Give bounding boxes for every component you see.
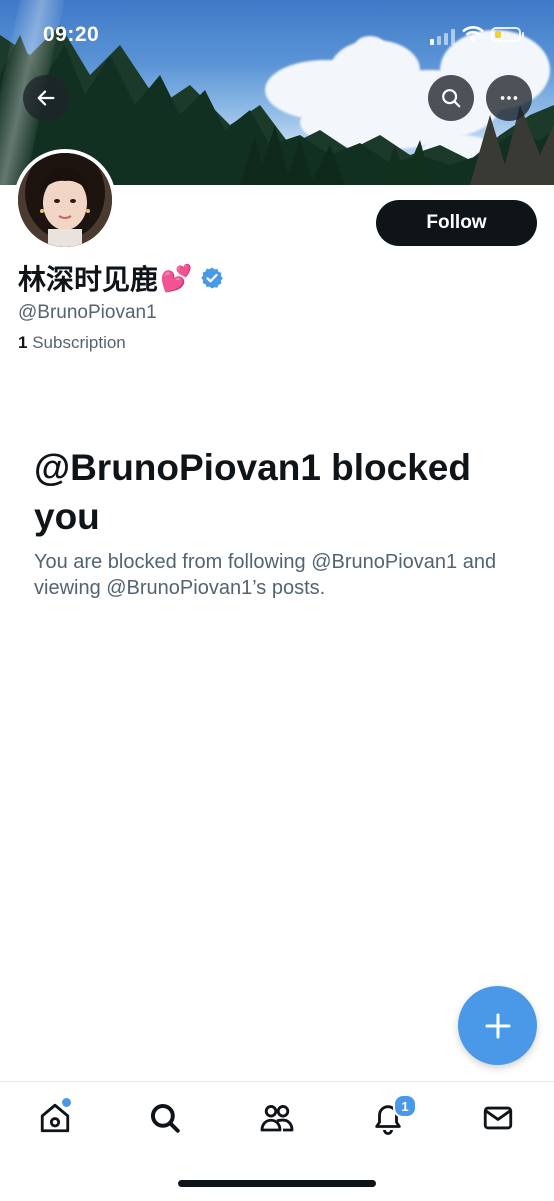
status-bar: 09:20 (0, 0, 554, 70)
status-time: 09:20 (43, 23, 100, 46)
blocked-title: @BrunoPiovan1 blocked you (34, 447, 471, 537)
name-emoji: 💕 (160, 262, 193, 293)
back-button[interactable] (23, 75, 69, 121)
tab-messages[interactable] (478, 1098, 518, 1138)
tab-search[interactable] (145, 1098, 185, 1138)
home-notification-dot (60, 1096, 73, 1109)
subscription-label: Subscription (32, 333, 126, 352)
notification-badge: 1 (393, 1094, 417, 1118)
compose-button[interactable] (458, 986, 537, 1065)
arrow-left-icon (37, 90, 55, 106)
profile-name: 林深时见鹿 💕 (18, 258, 224, 298)
tab-communities[interactable] (257, 1098, 297, 1138)
search-icon (442, 89, 461, 108)
display-name: 林深时见鹿 (18, 264, 159, 295)
more-horizontal-icon (500, 96, 518, 100)
wifi-icon (462, 26, 484, 42)
cellular-signal-icon (430, 29, 455, 45)
profile-photo (18, 153, 112, 247)
plus-icon (485, 1013, 510, 1038)
follow-button[interactable]: Follow (376, 200, 537, 246)
search-button[interactable] (428, 75, 474, 121)
mail-icon (483, 1106, 513, 1130)
battery-icon (491, 27, 524, 42)
avatar[interactable] (14, 149, 116, 251)
subscription-number: 1 (18, 333, 28, 352)
tab-home[interactable] (35, 1096, 75, 1138)
profile-handle: @BrunoPiovan1 (18, 302, 157, 323)
more-button[interactable] (486, 75, 532, 121)
home-indicator (178, 1180, 376, 1187)
people-icon (260, 1105, 294, 1132)
search-icon (150, 1103, 180, 1133)
subscription-count[interactable]: 1 Subscription (18, 333, 126, 353)
tab-notifications[interactable]: 1 (368, 1094, 417, 1138)
blocked-description: You are blocked from following @BrunoPio… (34, 551, 497, 599)
verified-badge-icon[interactable] (200, 266, 224, 290)
